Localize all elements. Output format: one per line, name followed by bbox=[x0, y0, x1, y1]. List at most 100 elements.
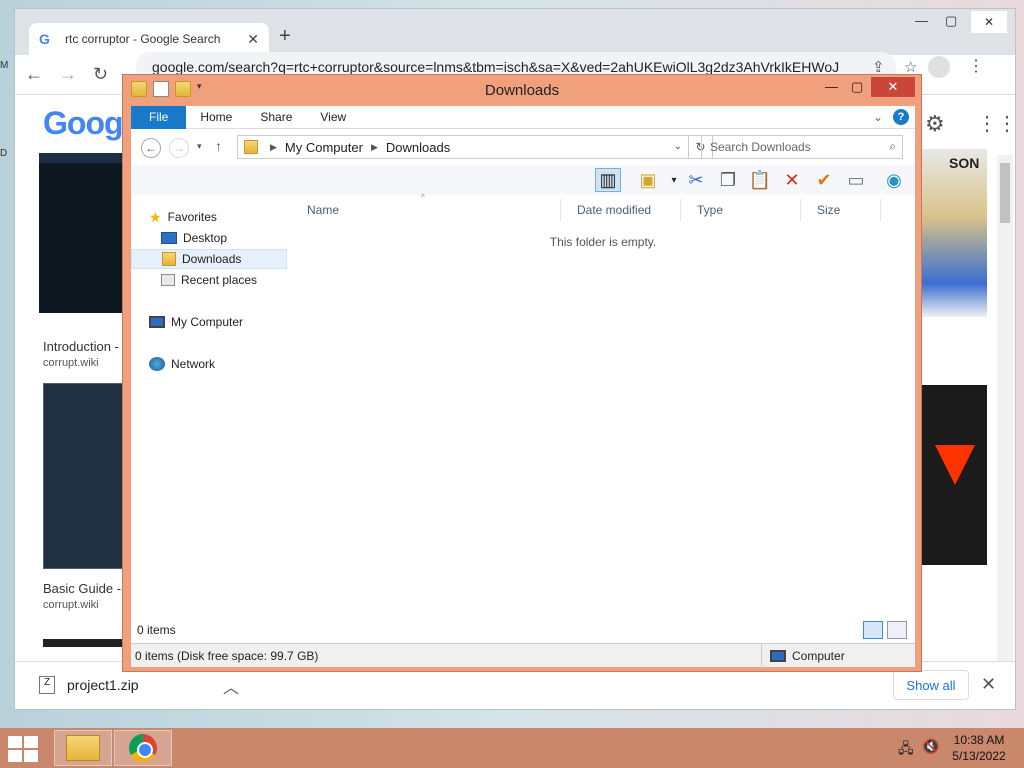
column-date-modified[interactable]: Date modified bbox=[561, 199, 681, 221]
large-icons-view-icon[interactable] bbox=[887, 621, 907, 639]
column-type[interactable]: Type bbox=[681, 199, 801, 221]
file-list[interactable]: Name ^ Date modified Type Size This fold… bbox=[291, 193, 915, 605]
maximize-icon[interactable]: ▢ bbox=[945, 13, 957, 29]
window-title: Downloads bbox=[484, 82, 560, 99]
taskbar-chrome[interactable] bbox=[114, 730, 172, 766]
navigation-pane: ★ Favorites Desktop Downloads Recent pla… bbox=[131, 195, 289, 605]
download-filename[interactable]: project1.zip bbox=[67, 677, 139, 693]
nav-computer-label: My Computer bbox=[171, 315, 244, 329]
chrome-close-icon[interactable]: ✕ bbox=[971, 11, 1007, 33]
column-date-label: Date modified bbox=[577, 203, 652, 217]
details-location: Computer bbox=[761, 644, 845, 668]
result-thumbnail-right-2[interactable] bbox=[921, 385, 987, 565]
download-bar-close-icon[interactable]: ✕ bbox=[981, 674, 996, 695]
nav-desktop[interactable]: Desktop bbox=[161, 228, 227, 248]
preview-pane-icon[interactable]: ▥ bbox=[595, 168, 621, 192]
tab-share[interactable]: Share bbox=[246, 110, 306, 124]
apps-grid-icon[interactable]: ⋮⋮ bbox=[977, 111, 1017, 136]
network-tray-icon[interactable]: 🖧 bbox=[898, 738, 914, 762]
browser-tab[interactable]: G rtc corruptor - Google Search ✕ bbox=[29, 23, 269, 55]
recent-locations-icon[interactable]: ▾ bbox=[197, 141, 202, 152]
nav-downloads[interactable]: Downloads bbox=[131, 249, 287, 269]
breadcrumb-separator-icon[interactable]: ▶ bbox=[270, 142, 277, 153]
nav-favorites-label: Favorites bbox=[167, 210, 217, 224]
nav-favorites[interactable]: ★ Favorites bbox=[149, 207, 217, 227]
explorer-maximize-icon[interactable]: ▢ bbox=[851, 79, 863, 95]
explorer-close-icon[interactable]: ✕ bbox=[871, 77, 915, 97]
taskbar: 🖧 🔇 10:38 AM 5/13/2022 bbox=[0, 728, 1024, 768]
column-type-label: Type bbox=[697, 203, 724, 217]
nav-my-computer[interactable]: My Computer bbox=[149, 312, 243, 332]
back-icon[interactable]: ← bbox=[25, 64, 43, 85]
nav-network[interactable]: Network bbox=[149, 354, 215, 374]
details-view-icon[interactable] bbox=[863, 621, 883, 639]
result-thumbnail-right-1[interactable] bbox=[921, 149, 987, 317]
address-dropdown-icon[interactable]: ⌄ bbox=[674, 141, 682, 152]
tab-file[interactable]: File bbox=[131, 105, 187, 129]
forward-icon[interactable]: → bbox=[59, 64, 77, 85]
column-name-label: Name bbox=[307, 203, 340, 217]
rename-icon[interactable]: ▭ bbox=[843, 168, 869, 192]
nav-network-label: Network bbox=[171, 357, 216, 371]
breadcrumb-my-computer[interactable]: My Computer bbox=[285, 140, 363, 155]
taskbar-file-explorer[interactable] bbox=[54, 730, 112, 766]
explorer-title-bar[interactable]: ▾ Downloads — ▢ ✕ bbox=[123, 75, 921, 103]
delete-icon[interactable]: ✕ bbox=[779, 168, 805, 192]
windows-start-icon[interactable] bbox=[8, 736, 38, 762]
result-title-1[interactable]: Introduction - C bbox=[43, 339, 132, 354]
downloads-folder-icon bbox=[244, 140, 258, 154]
column-size[interactable]: Size bbox=[801, 199, 881, 221]
chrome-menu-icon[interactable]: ⋮ bbox=[968, 56, 984, 76]
column-name[interactable]: Name ^ bbox=[291, 193, 561, 221]
reload-icon[interactable]: ↻ bbox=[93, 64, 108, 85]
breadcrumb[interactable]: ▶ My Computer ▶ Downloads ⌄ bbox=[237, 135, 689, 159]
system-clock[interactable]: 10:38 AM 5/13/2022 bbox=[944, 732, 1014, 764]
network-icon bbox=[149, 357, 165, 371]
file-explorer-icon bbox=[66, 735, 100, 761]
new-tab-icon[interactable]: + bbox=[279, 25, 291, 48]
up-icon[interactable]: ↑ bbox=[215, 138, 222, 154]
tab-view[interactable]: View bbox=[306, 110, 360, 124]
tab-close-icon[interactable]: ✕ bbox=[247, 31, 259, 48]
sony-logo-text: SON bbox=[949, 155, 980, 171]
explorer-minimize-icon[interactable]: — bbox=[825, 79, 838, 94]
minimize-icon[interactable]: — bbox=[915, 13, 928, 28]
settings-gear-icon[interactable]: ⚙ bbox=[925, 111, 945, 137]
nav-desktop-label: Desktop bbox=[183, 231, 228, 245]
ribbon-tabs: File Home Share View ⌄ ? bbox=[131, 105, 915, 129]
view-toggle bbox=[863, 621, 907, 639]
help-icon[interactable]: ? bbox=[893, 109, 909, 125]
google-favicon-icon: G bbox=[39, 31, 50, 47]
select-all-checkmark-icon[interactable]: ✔ bbox=[811, 168, 837, 192]
explorer-forward-icon[interactable]: → bbox=[169, 138, 189, 158]
paste-icon[interactable]: 📋 bbox=[747, 168, 773, 192]
computer-small-icon bbox=[770, 650, 786, 662]
show-all-button[interactable]: Show all bbox=[893, 670, 969, 700]
download-chevron-icon[interactable]: ︿ bbox=[223, 674, 239, 698]
search-downloads-input[interactable]: Search Downloads ⌕ bbox=[701, 135, 903, 159]
network-globe-icon[interactable]: ◉ bbox=[881, 168, 907, 192]
explorer-window: ▾ Downloads — ▢ ✕ File Home Share View ⌄… bbox=[122, 74, 922, 672]
breadcrumb-downloads[interactable]: Downloads bbox=[386, 140, 450, 155]
explorer-body: ← → ▾ ↑ ▶ My Computer ▶ Downloads ⌄ ↻ Se… bbox=[131, 129, 915, 668]
copy-icon[interactable]: ❐ bbox=[715, 168, 741, 192]
command-toolbar: ▥ ▣ ▾ ✂ ❐ 📋 ✕ ✔ ▭ ◉ bbox=[131, 165, 915, 195]
details-bar: 0 items (Disk free space: 99.7 GB) Compu… bbox=[131, 643, 915, 668]
result-title-2[interactable]: Basic Guide - C bbox=[43, 581, 134, 596]
breadcrumb-separator-icon[interactable]: ▶ bbox=[371, 142, 378, 153]
scrollbar-thumb[interactable] bbox=[1000, 163, 1010, 223]
clock-time: 10:38 AM bbox=[953, 733, 1005, 747]
empty-folder-message: This folder is empty. bbox=[549, 235, 657, 249]
volume-muted-icon[interactable]: 🔇 bbox=[922, 738, 939, 755]
cut-icon[interactable]: ✂ bbox=[683, 168, 709, 192]
page-scrollbar[interactable] bbox=[997, 155, 1013, 661]
nav-recent-places[interactable]: Recent places bbox=[161, 270, 257, 290]
folder-options-icon[interactable]: ▣ bbox=[635, 168, 661, 192]
chrome-tab-bar: G rtc corruptor - Google Search ✕ + — ▢ … bbox=[15, 9, 1015, 55]
profile-avatar[interactable] bbox=[928, 56, 950, 78]
search-icon[interactable]: ⌕ bbox=[889, 139, 896, 154]
search-placeholder: Search Downloads bbox=[710, 140, 811, 154]
explorer-back-icon[interactable]: ← bbox=[141, 138, 161, 158]
ribbon-expand-chevron-icon[interactable]: ⌄ bbox=[873, 110, 883, 124]
tab-home[interactable]: Home bbox=[186, 110, 246, 124]
